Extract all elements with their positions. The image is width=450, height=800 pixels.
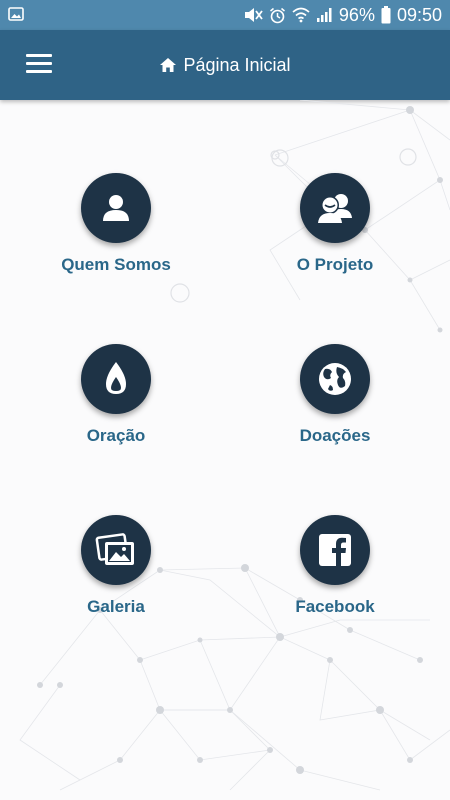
page-title: Página Inicial xyxy=(183,54,291,75)
alarm-icon xyxy=(269,7,285,23)
group-icon xyxy=(300,173,370,243)
home-icon xyxy=(160,58,177,72)
menu-item-doacoes[interactable]: Doações xyxy=(245,344,425,474)
menu-item-label: Doações xyxy=(299,426,371,445)
menu-item-quem-somos[interactable]: Quem Somos xyxy=(26,173,206,303)
menu-item-facebook[interactable]: Facebook xyxy=(245,515,425,645)
menu-item-label: Facebook xyxy=(295,597,375,616)
menu-item-label: Quem Somos xyxy=(61,255,171,274)
image-icon xyxy=(8,7,24,21)
signal-icon xyxy=(316,8,332,22)
page-title-group: Página Inicial xyxy=(0,30,450,100)
battery-percent: 96% xyxy=(338,5,375,25)
menu-item-label: O Projeto xyxy=(296,255,374,274)
app-bar: Página Inicial xyxy=(0,30,450,100)
menu-item-o-projeto[interactable]: O Projeto xyxy=(245,173,425,303)
menu-item-galeria[interactable]: Galeria xyxy=(26,515,206,645)
clock-time: 09:50 xyxy=(396,5,442,25)
mute-icon xyxy=(244,8,263,22)
wifi-icon xyxy=(292,7,310,23)
menu-item-label: Oração xyxy=(86,426,146,445)
flame-icon xyxy=(81,344,151,414)
menu-item-label: Galeria xyxy=(87,597,145,616)
globe-icon xyxy=(300,344,370,414)
facebook-icon xyxy=(300,515,370,585)
menu-item-oracao[interactable]: Oração xyxy=(26,344,206,474)
photo-gallery-icon xyxy=(81,515,151,585)
battery-icon xyxy=(381,6,391,24)
person-icon xyxy=(81,173,151,243)
status-bar: 96% 09:50 xyxy=(0,0,450,30)
